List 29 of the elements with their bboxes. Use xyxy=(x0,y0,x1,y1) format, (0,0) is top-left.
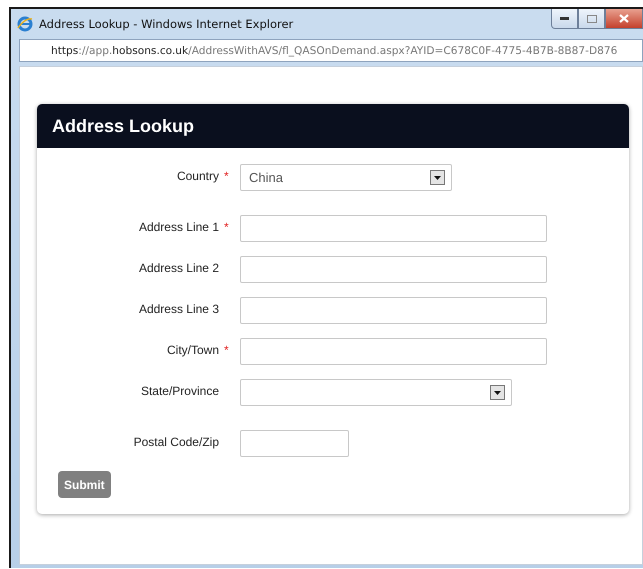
dialog-title: Address Lookup xyxy=(37,104,629,148)
field-label: Address Line 1 xyxy=(138,220,219,234)
text-field[interactable] xyxy=(240,256,547,283)
close-icon xyxy=(619,14,629,23)
text-field[interactable] xyxy=(240,297,547,324)
browser-logo-icon xyxy=(17,16,33,32)
address-bar[interactable]: https://app.hobsons.co.uk/AddressWithAVS/fl_QASOnDemand.aspx?AYID=C678C0F-4775-4B7B-8B87-D876 xyxy=(19,39,643,62)
minimize-button[interactable] xyxy=(551,9,578,29)
required-mark: * xyxy=(224,343,230,357)
field-label: Address Line 2 xyxy=(138,261,219,275)
field-label: City/Town xyxy=(166,343,219,357)
submit-button[interactable]: Submit xyxy=(58,471,111,498)
maximize-icon xyxy=(586,14,596,22)
minimize-icon xyxy=(560,17,569,20)
text-field[interactable] xyxy=(240,430,349,457)
url-text: https://app.hobsons.co.uk/AddressWithAVS/fl_QASOnDemand.aspx?AYID=C678C0F-4775-4B7B-8B87-D876 xyxy=(51,44,618,56)
text-field[interactable] xyxy=(240,338,547,365)
text-field[interactable] xyxy=(240,215,547,242)
field-label: Postal Code/Zip xyxy=(134,435,219,449)
dropdown-field[interactable] xyxy=(240,379,512,406)
field-label: Country xyxy=(176,169,219,183)
close-button[interactable] xyxy=(605,9,643,29)
window-title: Address Lookup - Windows Internet Explorer xyxy=(39,17,294,31)
field-label: Address Line 3 xyxy=(138,302,219,316)
field-label: State/Province xyxy=(140,384,219,398)
required-mark: * xyxy=(224,220,230,234)
required-mark: * xyxy=(224,169,230,183)
dropdown-field[interactable]: China xyxy=(240,164,452,191)
maximize-button[interactable] xyxy=(578,9,605,29)
